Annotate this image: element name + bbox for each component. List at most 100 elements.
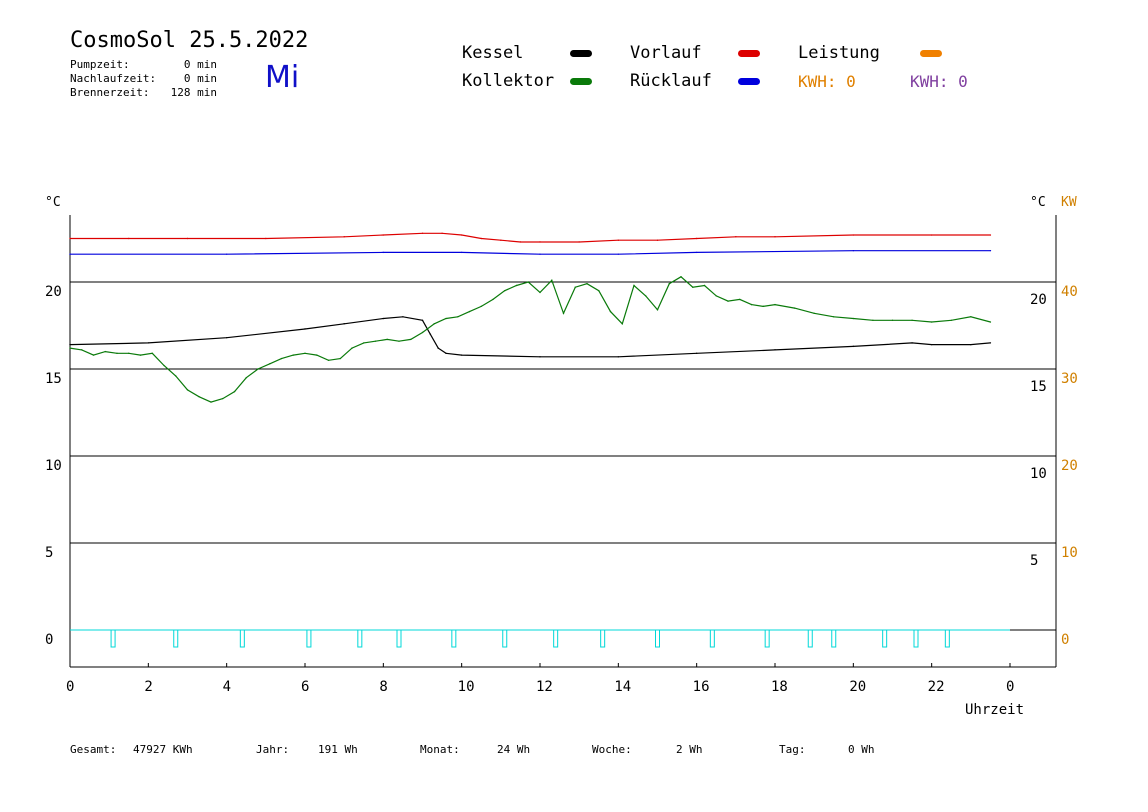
footer-label: Woche: xyxy=(592,743,632,756)
series-point-kollektor xyxy=(574,286,576,288)
footer-value: 191 Wh xyxy=(318,743,358,756)
series-point-kollektor xyxy=(551,279,553,281)
series-point-kessel xyxy=(695,352,698,355)
series-point-vorlauf xyxy=(343,236,345,238)
leistung-pulse xyxy=(807,629,813,648)
series-point-kollektor xyxy=(562,312,565,315)
series-point-kollektor xyxy=(128,352,130,355)
series-point-kollektor xyxy=(504,290,506,292)
series-point-kollektor xyxy=(104,350,106,353)
series-point-kollektor xyxy=(139,354,142,356)
series-point-rcklauf xyxy=(617,253,620,255)
series-point-vorlauf xyxy=(128,237,130,240)
series-line-vorlauf xyxy=(70,232,991,243)
series-point-rcklauf xyxy=(460,251,463,254)
series-point-kollektor xyxy=(351,347,353,349)
series-line-kessel xyxy=(69,316,991,358)
series-point-kollektor xyxy=(793,307,796,309)
series-point-kollektor xyxy=(233,390,236,393)
footer-label: Tag: xyxy=(779,743,806,756)
series-point-kollektor xyxy=(911,319,913,321)
series-point-kollektor xyxy=(398,340,400,342)
series-point-kollektor xyxy=(515,284,518,287)
series-point-rcklauf xyxy=(852,249,855,252)
series-point-kollektor xyxy=(222,397,224,400)
x-tick-label: 20 xyxy=(849,679,866,695)
leistung-pulse xyxy=(173,629,179,648)
series-point-kollektor xyxy=(668,283,670,285)
series-point-kollektor xyxy=(304,352,306,355)
x-tick-label: 12 xyxy=(536,679,553,695)
series-point-kollektor xyxy=(175,375,177,377)
series-point-kessel xyxy=(617,356,620,358)
series-point-vorlauf xyxy=(500,239,502,241)
footer-value: 47927 KWh xyxy=(133,743,193,756)
y-tick-label-right: 20 xyxy=(1030,292,1047,308)
x-tick-label: 18 xyxy=(771,679,788,695)
series-point-kessel xyxy=(460,354,463,356)
series-point-kollektor xyxy=(715,295,717,297)
series-point-kessel xyxy=(774,349,776,351)
series-point-kollektor xyxy=(527,281,529,283)
x-tick-label: 0 xyxy=(1006,679,1014,695)
series-point-vorlauf xyxy=(421,232,424,234)
series-point-rcklauf xyxy=(695,251,698,254)
series-point-kollektor xyxy=(245,377,247,379)
series-point-kollektor xyxy=(492,298,494,301)
series-point-kessel xyxy=(147,342,150,344)
series-point-kessel xyxy=(382,317,385,320)
leistung-pulse xyxy=(913,629,919,648)
y-tick-label-left: 15 xyxy=(45,371,62,387)
footer-value: 0 Wh xyxy=(848,743,875,756)
series-point-kollektor xyxy=(316,354,318,356)
series-point-vorlauf xyxy=(69,237,71,240)
series-point-vorlauf xyxy=(519,241,522,243)
series-point-rcklauf xyxy=(69,253,71,255)
series-point-kollektor xyxy=(339,357,341,360)
series-point-kollektor xyxy=(81,349,83,351)
series-point-kollektor xyxy=(151,352,153,355)
series-point-kollektor xyxy=(363,342,365,344)
x-axis-label: Uhrzeit xyxy=(965,702,1024,718)
series-point-vorlauf xyxy=(930,234,933,236)
series-point-kollektor xyxy=(386,338,388,341)
series-point-kessel xyxy=(911,342,913,344)
series-point-kollektor xyxy=(621,323,623,325)
series-point-vorlauf xyxy=(578,241,580,243)
series-point-vorlauf xyxy=(460,234,463,236)
series-point-kollektor xyxy=(327,359,330,361)
series-point-kollektor xyxy=(633,284,635,287)
series-point-kollektor xyxy=(210,401,212,403)
power-tick-label: 0 xyxy=(1061,632,1069,648)
series-point-kollektor xyxy=(930,321,933,323)
series-point-kollektor xyxy=(891,319,894,321)
series-point-kessel xyxy=(402,316,404,318)
series-point-kessel xyxy=(930,343,933,346)
series-point-kollektor xyxy=(433,323,435,325)
series-point-kollektor xyxy=(750,303,753,306)
series-point-vorlauf xyxy=(735,236,737,238)
y-tick-label-left: 10 xyxy=(45,458,62,474)
leistung-pulse xyxy=(306,629,312,648)
leistung-pulse xyxy=(944,629,950,648)
x-tick-label: 14 xyxy=(614,679,631,695)
leistung-pulse xyxy=(831,629,837,648)
series-point-kessel xyxy=(437,347,439,349)
series-point-rcklauf xyxy=(989,249,992,252)
series-point-kollektor xyxy=(468,310,471,313)
series-point-kollektor xyxy=(762,305,764,308)
leistung-pulse xyxy=(357,629,363,648)
temperature-chart: 0 5 10 15 20 5 10 15 20 0 10 20 30 40 °C °C KW 0 2 4 6 8 10 12 1… xyxy=(45,195,1078,718)
series-point-kollektor xyxy=(970,316,972,318)
footer-value: 24 Wh xyxy=(497,743,531,756)
series-point-vorlauf xyxy=(656,239,659,241)
footer-value: 2 Wh xyxy=(676,743,703,756)
leistung-pulse xyxy=(709,629,715,648)
series-line-rcklauf xyxy=(70,250,991,255)
series-point-vorlauf xyxy=(774,236,776,238)
series-point-vorlauf xyxy=(989,234,992,236)
series-point-kollektor xyxy=(692,286,694,288)
series-point-kollektor xyxy=(92,354,95,356)
x-tick-label: 2 xyxy=(144,679,152,695)
x-tick-label: 8 xyxy=(379,679,387,695)
